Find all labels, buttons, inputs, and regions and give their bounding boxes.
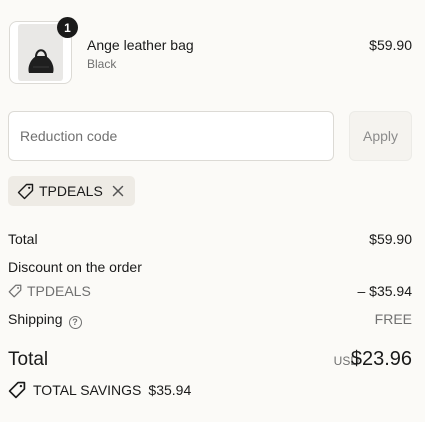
product-price: $59.90 [369, 37, 412, 53]
handbag-icon [27, 49, 54, 73]
savings-label: TOTAL SAVINGS [33, 382, 142, 398]
total-label: Total [8, 349, 49, 370]
discount-code-text: TPDEALS [27, 283, 91, 299]
help-icon[interactable]: ? [68, 315, 82, 329]
discount-value: – $35.94 [357, 283, 413, 299]
subtotal-label: Total [8, 231, 38, 247]
discount-label: Discount on the order [8, 259, 142, 275]
applied-discount-chip: TPDEALS [8, 176, 135, 206]
apply-button[interactable]: Apply [349, 111, 412, 161]
total-savings: TOTAL SAVINGS $35.94 [8, 381, 191, 399]
subtotal-value: $59.90 [369, 231, 412, 247]
shipping-label: Shipping [8, 311, 63, 327]
shipping-row: Shipping? [8, 311, 82, 329]
savings-value: $35.94 [148, 382, 192, 398]
product-variant: Black [87, 57, 117, 71]
discount-code-row: TPDEALS [8, 283, 91, 299]
reduction-code-input[interactable] [8, 111, 334, 161]
tag-icon [8, 381, 26, 399]
product-name: Ange leather bag [87, 37, 194, 53]
tag-icon [17, 183, 34, 200]
quantity-badge: 1 [57, 17, 78, 38]
total-value: $23.96 [350, 348, 412, 370]
applied-code-label: TPDEALS [39, 183, 103, 199]
close-icon[interactable] [112, 185, 124, 197]
tag-icon [8, 284, 22, 298]
shipping-value: FREE [374, 311, 412, 327]
